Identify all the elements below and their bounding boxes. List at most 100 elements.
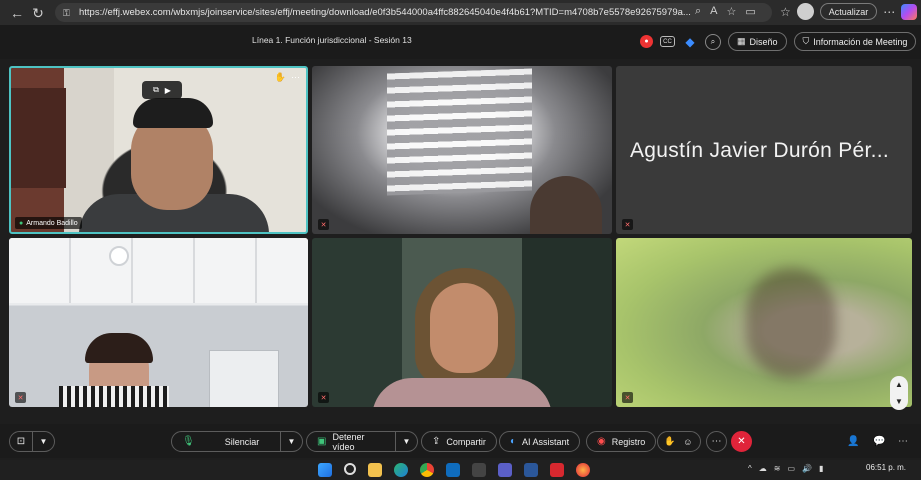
- url-text: https://effj.webex.com/wbxmjs/joinservic…: [79, 7, 691, 18]
- split-screen-icon[interactable]: ▭: [745, 5, 755, 18]
- participant-shirt: [59, 386, 169, 407]
- office-ceiling: [9, 238, 308, 303]
- participant-hair: [133, 98, 213, 128]
- mute-button[interactable]: 🎙 Silenciar: [171, 431, 281, 452]
- record-label: Registro: [611, 436, 646, 447]
- windows-taskbar: ^ ☁ ≋ ▭ 🔊 ▮ 06:51 p. m.: [0, 460, 921, 480]
- volume-icon[interactable]: 🔊: [802, 464, 812, 473]
- participant-hair: [85, 333, 153, 363]
- file-explorer-icon[interactable]: [368, 463, 382, 477]
- ai-assistant-label: AI Assistant: [522, 436, 570, 447]
- store-icon[interactable]: [472, 463, 486, 477]
- video-tile[interactable]: ✕: [616, 238, 912, 407]
- pop-out-icon[interactable]: ⧉: [153, 85, 159, 95]
- captions-button[interactable]: ⊡: [9, 431, 33, 452]
- video-tile-active-speaker[interactable]: ⧉ ▶ ✋ ⋯ ● Armando Badillo: [9, 66, 308, 234]
- battery-icon[interactable]: ▮: [819, 464, 823, 473]
- word-icon[interactable]: [524, 463, 538, 477]
- muted-icon: ✕: [15, 392, 26, 403]
- video-tile[interactable]: ✕: [312, 66, 612, 234]
- tile-controls[interactable]: ⧉ ▶: [142, 81, 182, 99]
- muted-icon: ✕: [622, 219, 633, 230]
- participant-body: [372, 378, 552, 407]
- meeting-title: Línea 1. Función jurisdiccional - Sesión…: [252, 35, 412, 45]
- zoom-icon[interactable]: ⌕: [695, 5, 701, 18]
- browser-toolbar: ← ↻ ⚿ https://effj.webex.com/wbxmjs/join…: [0, 0, 921, 25]
- update-button[interactable]: Actualizar: [819, 3, 878, 20]
- back-icon[interactable]: ←: [6, 2, 28, 24]
- record-button[interactable]: ◉ Registro: [586, 431, 657, 452]
- teams-icon[interactable]: [498, 463, 512, 477]
- ceiling-light: [109, 246, 129, 266]
- favorites-icon[interactable]: ☆: [780, 5, 791, 19]
- tray-chevron-icon[interactable]: ^: [748, 464, 752, 473]
- read-aloud-icon[interactable]: A: [710, 5, 717, 18]
- blurred-participant: [746, 268, 836, 378]
- more-panels-icon[interactable]: ⋯: [898, 436, 908, 447]
- ai-assistant-icon: ◐: [510, 436, 517, 447]
- captions-icon: ⊡: [16, 436, 26, 447]
- participant-figure: [530, 176, 602, 234]
- share-screen-icon: ⇪: [432, 436, 441, 447]
- search-icon[interactable]: [344, 463, 356, 475]
- outlook-icon[interactable]: [446, 463, 460, 477]
- share-label: Compartir: [446, 436, 486, 447]
- video-label: Detener vídeo: [332, 431, 365, 452]
- chrome-icon[interactable]: [420, 463, 434, 477]
- copilot-icon[interactable]: [901, 3, 918, 20]
- tile-more-icon[interactable]: ⋯: [291, 72, 300, 83]
- wifi-icon[interactable]: ≋: [774, 464, 781, 473]
- reaction-icon[interactable]: ✋: [275, 72, 286, 83]
- zoom-icon[interactable]: ⌕: [705, 33, 721, 50]
- video-camera-icon: ▣: [317, 436, 327, 447]
- windows-start-icon[interactable]: [318, 463, 332, 477]
- favorite-star-icon[interactable]: ☆: [727, 5, 737, 18]
- reactions-group[interactable]: ✋ ☺: [657, 431, 701, 452]
- reload-icon[interactable]: ↻: [27, 2, 49, 24]
- participant-name-tag: ● Armando Badillo: [15, 217, 82, 229]
- chevron-down-icon[interactable]: ▼: [895, 397, 903, 406]
- emoji-reaction-icon[interactable]: ☺: [683, 437, 692, 447]
- chevron-up-icon[interactable]: ▲: [895, 380, 903, 389]
- meeting-info-button[interactable]: ⛉ Información de Meeting: [793, 32, 917, 51]
- cloud-icon[interactable]: ☁: [759, 464, 767, 473]
- participants-icon[interactable]: 👤: [847, 436, 859, 447]
- video-tile[interactable]: ✕: [312, 238, 612, 407]
- site-info-icon[interactable]: ⚿: [63, 8, 73, 18]
- more-options-button[interactable]: ⋯: [706, 431, 727, 452]
- stop-video-button[interactable]: ▣ Detener vídeo: [306, 431, 396, 452]
- layout-grid-icon: ▦: [737, 36, 746, 46]
- network-icon[interactable]: ▭: [787, 464, 795, 473]
- layout-button[interactable]: ▦ Diseño: [728, 32, 787, 51]
- muted-icon: ✕: [622, 392, 633, 403]
- participant-face: [430, 283, 498, 373]
- participant-name: Armando Badillo: [26, 219, 78, 227]
- leave-meeting-button[interactable]: ✕: [731, 431, 752, 452]
- closed-captions-icon[interactable]: CC: [660, 36, 675, 47]
- profile-avatar[interactable]: [796, 3, 814, 20]
- edge-browser-icon[interactable]: [394, 463, 408, 477]
- record-icon: ◉: [597, 436, 606, 447]
- webex-icon[interactable]: [576, 463, 590, 477]
- video-options-chevron[interactable]: ▼: [396, 431, 418, 452]
- microphone-icon: 🎙: [182, 436, 195, 447]
- video-tile[interactable]: ✕: [9, 238, 308, 407]
- recording-indicator-icon: ●: [640, 35, 653, 48]
- ai-assistant-button[interactable]: ◐ AI Assistant: [499, 431, 581, 452]
- acrobat-icon[interactable]: [550, 463, 564, 477]
- video-tile-no-camera[interactable]: Agustín Javier Durón Pér... ✕: [616, 66, 912, 234]
- background-printer: [209, 350, 279, 407]
- raise-hand-icon[interactable]: ✋: [664, 436, 675, 447]
- grid-page-scroller[interactable]: ▲ ▼: [890, 376, 908, 410]
- more-menu-icon[interactable]: ⋯: [883, 5, 895, 19]
- taskbar-clock[interactable]: 06:51 p. m.: [866, 463, 906, 472]
- background-shelf: [11, 88, 66, 188]
- chat-icon[interactable]: 💬: [873, 436, 885, 447]
- share-button[interactable]: ⇪ Compartir: [421, 431, 497, 452]
- video-settings-icon[interactable]: ▶: [165, 86, 171, 95]
- captions-options-chevron[interactable]: ▼: [33, 431, 55, 452]
- audio-options-chevron[interactable]: ▼: [281, 431, 303, 452]
- meeting-info-label: Información de Meeting: [813, 36, 908, 47]
- people-insight-icon[interactable]: ◆: [682, 34, 698, 50]
- address-bar[interactable]: ⚿ https://effj.webex.com/wbxmjs/joinserv…: [55, 3, 772, 22]
